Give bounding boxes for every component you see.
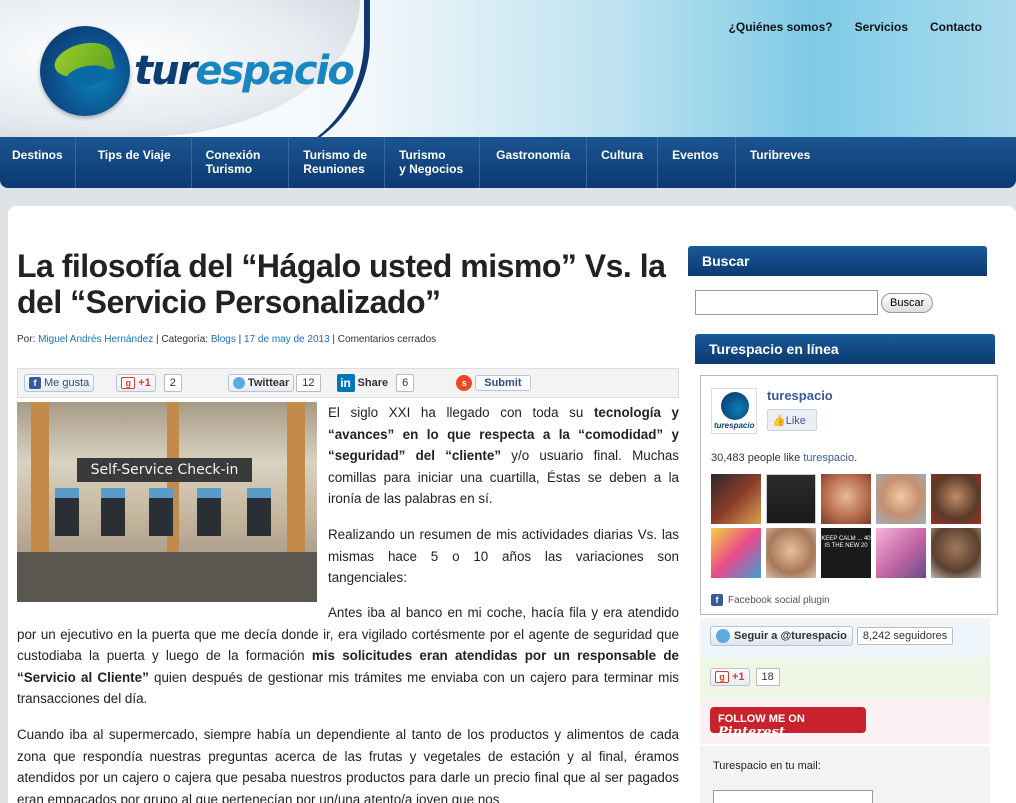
fb-page-logo[interactable]: turespacio — [711, 388, 757, 434]
tweet-count: 12 — [296, 374, 321, 392]
fan-avatar[interactable] — [931, 474, 981, 524]
image-kiosk — [55, 488, 79, 536]
twitter-follow-button[interactable]: Seguir a @turespacio — [710, 626, 853, 646]
fb-footer: f Facebook social plugin — [711, 594, 830, 606]
site-logo[interactable]: turespacio — [40, 26, 355, 116]
facebook-like-button[interactable]: f Me gusta — [24, 374, 95, 392]
logo-globe-icon — [721, 392, 749, 420]
nav-item-conexion-turismo[interactable]: Conexión Turismo — [192, 137, 290, 188]
post-image-self-service-checkin: Self-Service Check-in — [17, 402, 317, 602]
gplus-icon: g — [121, 377, 136, 389]
nav-item-gastronomia[interactable]: Gastronomía — [480, 137, 588, 188]
fan-avatar[interactable] — [821, 474, 871, 524]
nav-item-eventos[interactable]: Eventos — [658, 137, 736, 188]
twitter-bird-icon — [232, 377, 245, 389]
fan-avatar[interactable] — [876, 474, 926, 524]
pinterest-follow-button[interactable]: FOLLOW ME ON Pinterest — [710, 707, 866, 740]
twitter-followers-count: 8,242 seguidores — [856, 627, 954, 645]
fb-like-button[interactable]: 👍Like — [767, 409, 817, 431]
gplus-sidebar-button[interactable]: g +1 — [710, 668, 750, 686]
main-nav: Destinos Tips de Viaje Conexión Turismo T… — [0, 137, 1016, 188]
search-button[interactable]: Buscar — [881, 293, 934, 313]
top-nav: ¿Quiénes somos? Servicios Contacto — [729, 20, 982, 34]
mail-subscribe-input[interactable] — [713, 790, 873, 803]
image-kiosk — [197, 488, 221, 536]
nav-item-turismo-y-negocios[interactable]: Turismo y Negocios — [385, 137, 481, 188]
logo-wordmark: turespacio — [134, 48, 355, 94]
post-paragraph-4: Cuando iba al supermercado, siempre habí… — [17, 727, 679, 803]
fan-avatar[interactable] — [711, 474, 761, 524]
image-sign: Self-Service Check-in — [77, 458, 252, 482]
gplus-icon: g — [715, 671, 729, 683]
date-link[interactable]: 17 de may de 2013 — [244, 334, 330, 345]
post-paragraph-2: Realizando un resumen de mis actividades… — [328, 527, 679, 585]
nav-item-tips-de-viaje[interactable]: Tips de Viaje — [76, 137, 192, 188]
image-floor — [17, 552, 317, 602]
logo-globe-icon — [40, 26, 130, 116]
facebook-icon: f — [711, 594, 723, 606]
post-paragraph-3: Antes iba al banco en mi coche, hacía fi… — [17, 605, 679, 706]
image-kiosk — [101, 488, 125, 536]
top-nav-servicios[interactable]: Servicios — [855, 20, 908, 34]
twitter-follow-row: Seguir a @turespacio 8,242 seguidores — [710, 626, 954, 646]
fb-page-name[interactable]: turespacio — [767, 388, 833, 403]
category-link[interactable]: Blogs — [211, 334, 236, 345]
facebook-like-box: turespacio turespacio 👍Like 30,483 peopl… — [700, 375, 998, 615]
fb-fan-faces: KEEP CALM ... 40 IS THE NEW 20 — [711, 474, 991, 578]
facebook-icon: f — [29, 377, 41, 389]
search-widget-title: Buscar — [688, 246, 987, 276]
image-kiosk — [247, 488, 271, 536]
top-nav-quienes-somos[interactable]: ¿Quiénes somos? — [729, 20, 833, 34]
fan-avatar[interactable] — [766, 474, 816, 524]
fan-avatar[interactable] — [766, 528, 816, 578]
author-link[interactable]: Miguel Andrés Hernández — [38, 334, 153, 345]
fan-avatar[interactable] — [876, 528, 926, 578]
fan-avatar[interactable] — [711, 528, 761, 578]
search-form: Buscar — [695, 290, 934, 315]
nav-item-destinos[interactable]: Destinos — [0, 137, 76, 188]
thumbs-up-icon: 👍 — [772, 415, 786, 427]
linkedin-icon: in — [336, 374, 355, 392]
image-kiosk — [149, 488, 173, 536]
online-widget-title: Turespacio en línea — [695, 334, 995, 364]
mail-subscribe-label: Turespacio en tu mail: — [713, 760, 821, 772]
tweet-button[interactable]: Twittear — [227, 374, 295, 392]
linkedin-count: 6 — [396, 374, 415, 392]
nav-item-turibreves[interactable]: Turibreves — [736, 137, 822, 188]
stumbleupon-icon: s — [456, 375, 473, 391]
linkedin-share-button[interactable]: in Share — [336, 374, 388, 392]
nav-item-cultura[interactable]: Cultura — [587, 137, 659, 188]
fb-like-count: 30,483 people like turespacio. — [711, 452, 858, 464]
twitter-bird-icon — [716, 629, 730, 643]
post-title: La filosofía del “Hágalo usted mismo” Vs… — [17, 248, 666, 320]
gplus-row: g +1 18 — [710, 668, 780, 686]
post-meta: Por: Miguel Andrés Hernández | Categoría… — [17, 334, 437, 345]
stumbleupon-submit-button[interactable]: s Submit — [452, 374, 534, 392]
site-header: turespacio ¿Quiénes somos? Servicios Con… — [0, 0, 1016, 137]
fan-avatar[interactable] — [931, 528, 981, 578]
gplus-count: 2 — [163, 374, 182, 392]
gplus-sidebar-count: 18 — [755, 668, 780, 686]
top-nav-contacto[interactable]: Contacto — [930, 20, 982, 34]
post-paragraph-1: El siglo XXI ha llegado con toda su tecn… — [328, 405, 679, 506]
fan-avatar[interactable]: KEEP CALM ... 40 IS THE NEW 20 — [821, 528, 871, 578]
nav-item-turismo-de-reuniones[interactable]: Turismo de Reuniones — [289, 137, 386, 188]
search-input[interactable] — [695, 290, 878, 315]
share-bar: f Me gusta g +1 2 Twittear 12 in Share 6 sS… — [17, 368, 679, 398]
gplus-button[interactable]: g +1 — [116, 374, 156, 392]
